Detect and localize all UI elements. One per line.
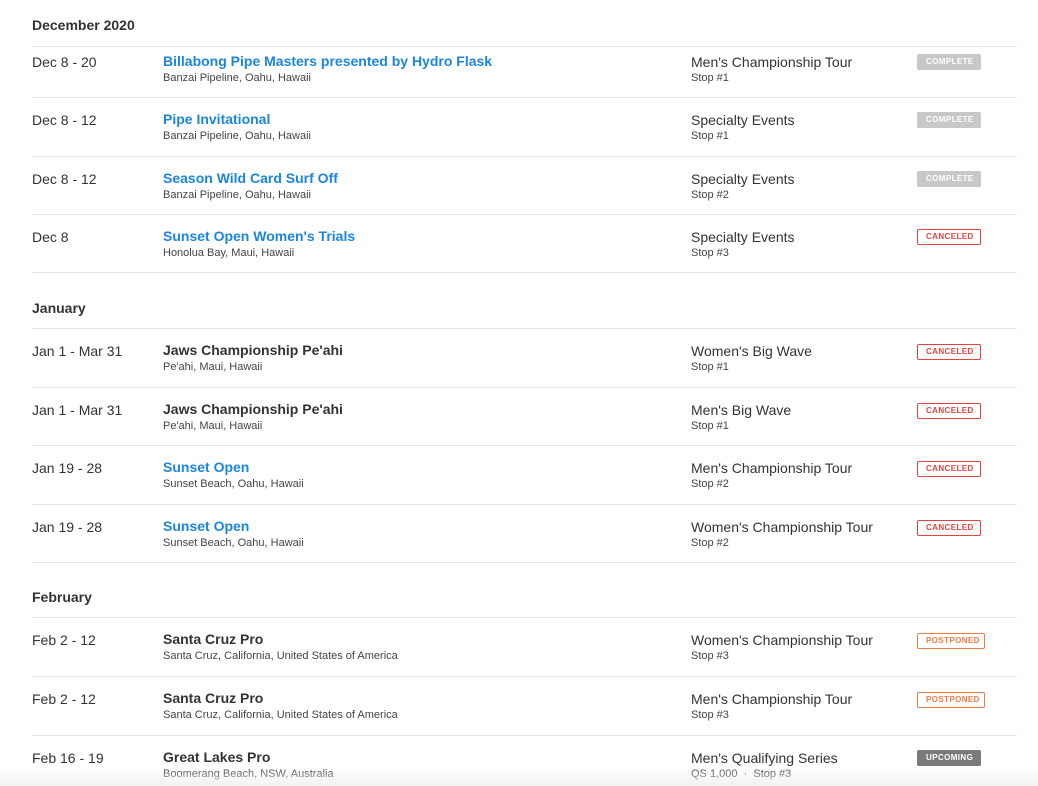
- event-row[interactable]: Feb 2 - 12 Santa Cruz Pro Santa Cruz, Ca…: [32, 617, 1017, 676]
- event-name: Great Lakes Pro: [163, 749, 271, 765]
- event-date: Jan 1 - Mar 31: [32, 402, 123, 418]
- month-heading: February: [32, 589, 92, 605]
- event-location: Banzai Pipeline, Oahu, Hawaii: [163, 72, 311, 84]
- status-badge: CANCELED: [917, 403, 981, 419]
- event-tour: Women's Big Wave: [691, 343, 812, 359]
- event-location: Honolua Bay, Maui, Hawaii: [163, 247, 295, 259]
- event-location: Banzai Pipeline, Oahu, Hawaii: [163, 130, 311, 142]
- event-tour: Women's Championship Tour: [691, 632, 873, 648]
- event-date: Dec 8: [32, 229, 69, 245]
- event-row[interactable]: Jan 1 - Mar 31 Jaws Championship Pe'ahi …: [32, 328, 1017, 387]
- event-stop: Stop #1: [691, 130, 729, 142]
- status-badge: CANCELED: [917, 520, 981, 536]
- event-location: Pe'ahi, Maui, Hawaii: [163, 361, 263, 373]
- event-location: Banzai Pipeline, Oahu, Hawaii: [163, 189, 311, 201]
- month-heading: December 2020: [32, 17, 135, 33]
- status-badge: CANCELED: [917, 344, 981, 360]
- event-location: Sunset Beach, Oahu, Hawaii: [163, 537, 304, 549]
- event-name: Jaws Championship Pe'ahi: [163, 401, 343, 417]
- event-tour: Men's Championship Tour: [691, 460, 853, 476]
- month-heading: January: [32, 300, 86, 316]
- event-stop: Stop #1: [691, 72, 729, 84]
- event-name: Jaws Championship Pe'ahi: [163, 342, 343, 358]
- event-tour: Men's Qualifying Series: [691, 750, 838, 766]
- event-tour: Men's Championship Tour: [691, 54, 853, 70]
- event-row[interactable]: Dec 8 Sunset Open Women's Trials Honolua…: [32, 214, 1017, 273]
- event-tour: Specialty Events: [691, 229, 795, 245]
- status-badge: CANCELED: [917, 461, 981, 477]
- status-badge: UPCOMING: [917, 750, 981, 766]
- event-stop: Stop #2: [691, 189, 729, 201]
- event-date: Jan 19 - 28: [32, 519, 103, 535]
- event-tour: Specialty Events: [691, 171, 795, 187]
- event-date: Dec 8 - 12: [32, 112, 97, 128]
- event-location: Santa Cruz, California, United States of…: [163, 650, 398, 662]
- event-name-link[interactable]: Season Wild Card Surf Off: [163, 170, 338, 186]
- event-tour: Specialty Events: [691, 112, 795, 128]
- event-date: Feb 2 - 12: [32, 632, 96, 648]
- event-row[interactable]: Dec 8 - 12 Pipe Invitational Banzai Pipe…: [32, 97, 1017, 156]
- event-name: Santa Cruz Pro: [163, 690, 264, 706]
- event-stop: Stop #3: [691, 709, 729, 721]
- event-row[interactable]: Jan 19 - 28 Sunset Open Sunset Beach, Oa…: [32, 445, 1017, 504]
- event-row[interactable]: Feb 16 - 19 Great Lakes Pro Boomerang Be…: [32, 735, 1017, 786]
- event-date: Jan 19 - 28: [32, 460, 103, 476]
- event-date: Dec 8 - 20: [32, 54, 97, 70]
- event-location: Santa Cruz, California, United States of…: [163, 709, 398, 721]
- event-name-link[interactable]: Sunset Open: [163, 518, 249, 534]
- event-location: Boomerang Beach, NSW, Australia: [163, 768, 334, 780]
- event-date: Jan 1 - Mar 31: [32, 343, 123, 359]
- status-badge: CANCELED: [917, 229, 981, 245]
- event-stop: QS 1,000 · Stop #3: [691, 768, 792, 780]
- status-badge: COMPLETE: [917, 112, 981, 128]
- event-date: Feb 2 - 12: [32, 691, 96, 707]
- event-tour: Men's Big Wave: [691, 402, 792, 418]
- event-row[interactable]: Dec 8 - 20 Billabong Pipe Masters presen…: [32, 46, 1017, 97]
- event-stop: Stop #2: [691, 537, 729, 549]
- event-location: Sunset Beach, Oahu, Hawaii: [163, 478, 304, 490]
- status-badge: COMPLETE: [917, 54, 981, 70]
- event-name-link[interactable]: Sunset Open: [163, 459, 249, 475]
- event-row[interactable]: Jan 1 - Mar 31 Jaws Championship Pe'ahi …: [32, 387, 1017, 445]
- event-row[interactable]: Dec 8 - 12 Season Wild Card Surf Off Ban…: [32, 156, 1017, 214]
- event-stop: Stop #3: [691, 650, 729, 662]
- event-date: Feb 16 - 19: [32, 750, 104, 766]
- status-badge: POSTPONED: [917, 633, 985, 649]
- event-location: Pe'ahi, Maui, Hawaii: [163, 420, 263, 432]
- event-name-link[interactable]: Billabong Pipe Masters presented by Hydr…: [163, 53, 492, 69]
- event-schedule: December 2020 Dec 8 - 20 Billabong Pipe …: [0, 0, 1038, 786]
- event-row[interactable]: Feb 2 - 12 Santa Cruz Pro Santa Cruz, Ca…: [32, 676, 1017, 735]
- event-name: Santa Cruz Pro: [163, 631, 264, 647]
- event-name-link[interactable]: Pipe Invitational: [163, 111, 270, 127]
- event-stop: Stop #2: [691, 478, 729, 490]
- status-badge: COMPLETE: [917, 171, 981, 187]
- event-tour: Men's Championship Tour: [691, 691, 853, 707]
- event-row[interactable]: Jan 19 - 28 Sunset Open Sunset Beach, Oa…: [32, 504, 1017, 563]
- event-stop: Stop #1: [691, 420, 729, 432]
- event-stop: Stop #3: [691, 247, 729, 259]
- event-name-link[interactable]: Sunset Open Women's Trials: [163, 228, 355, 244]
- event-stop: Stop #1: [691, 361, 729, 373]
- event-date: Dec 8 - 12: [32, 171, 97, 187]
- event-tour: Women's Championship Tour: [691, 519, 873, 535]
- status-badge: POSTPONED: [917, 692, 985, 708]
